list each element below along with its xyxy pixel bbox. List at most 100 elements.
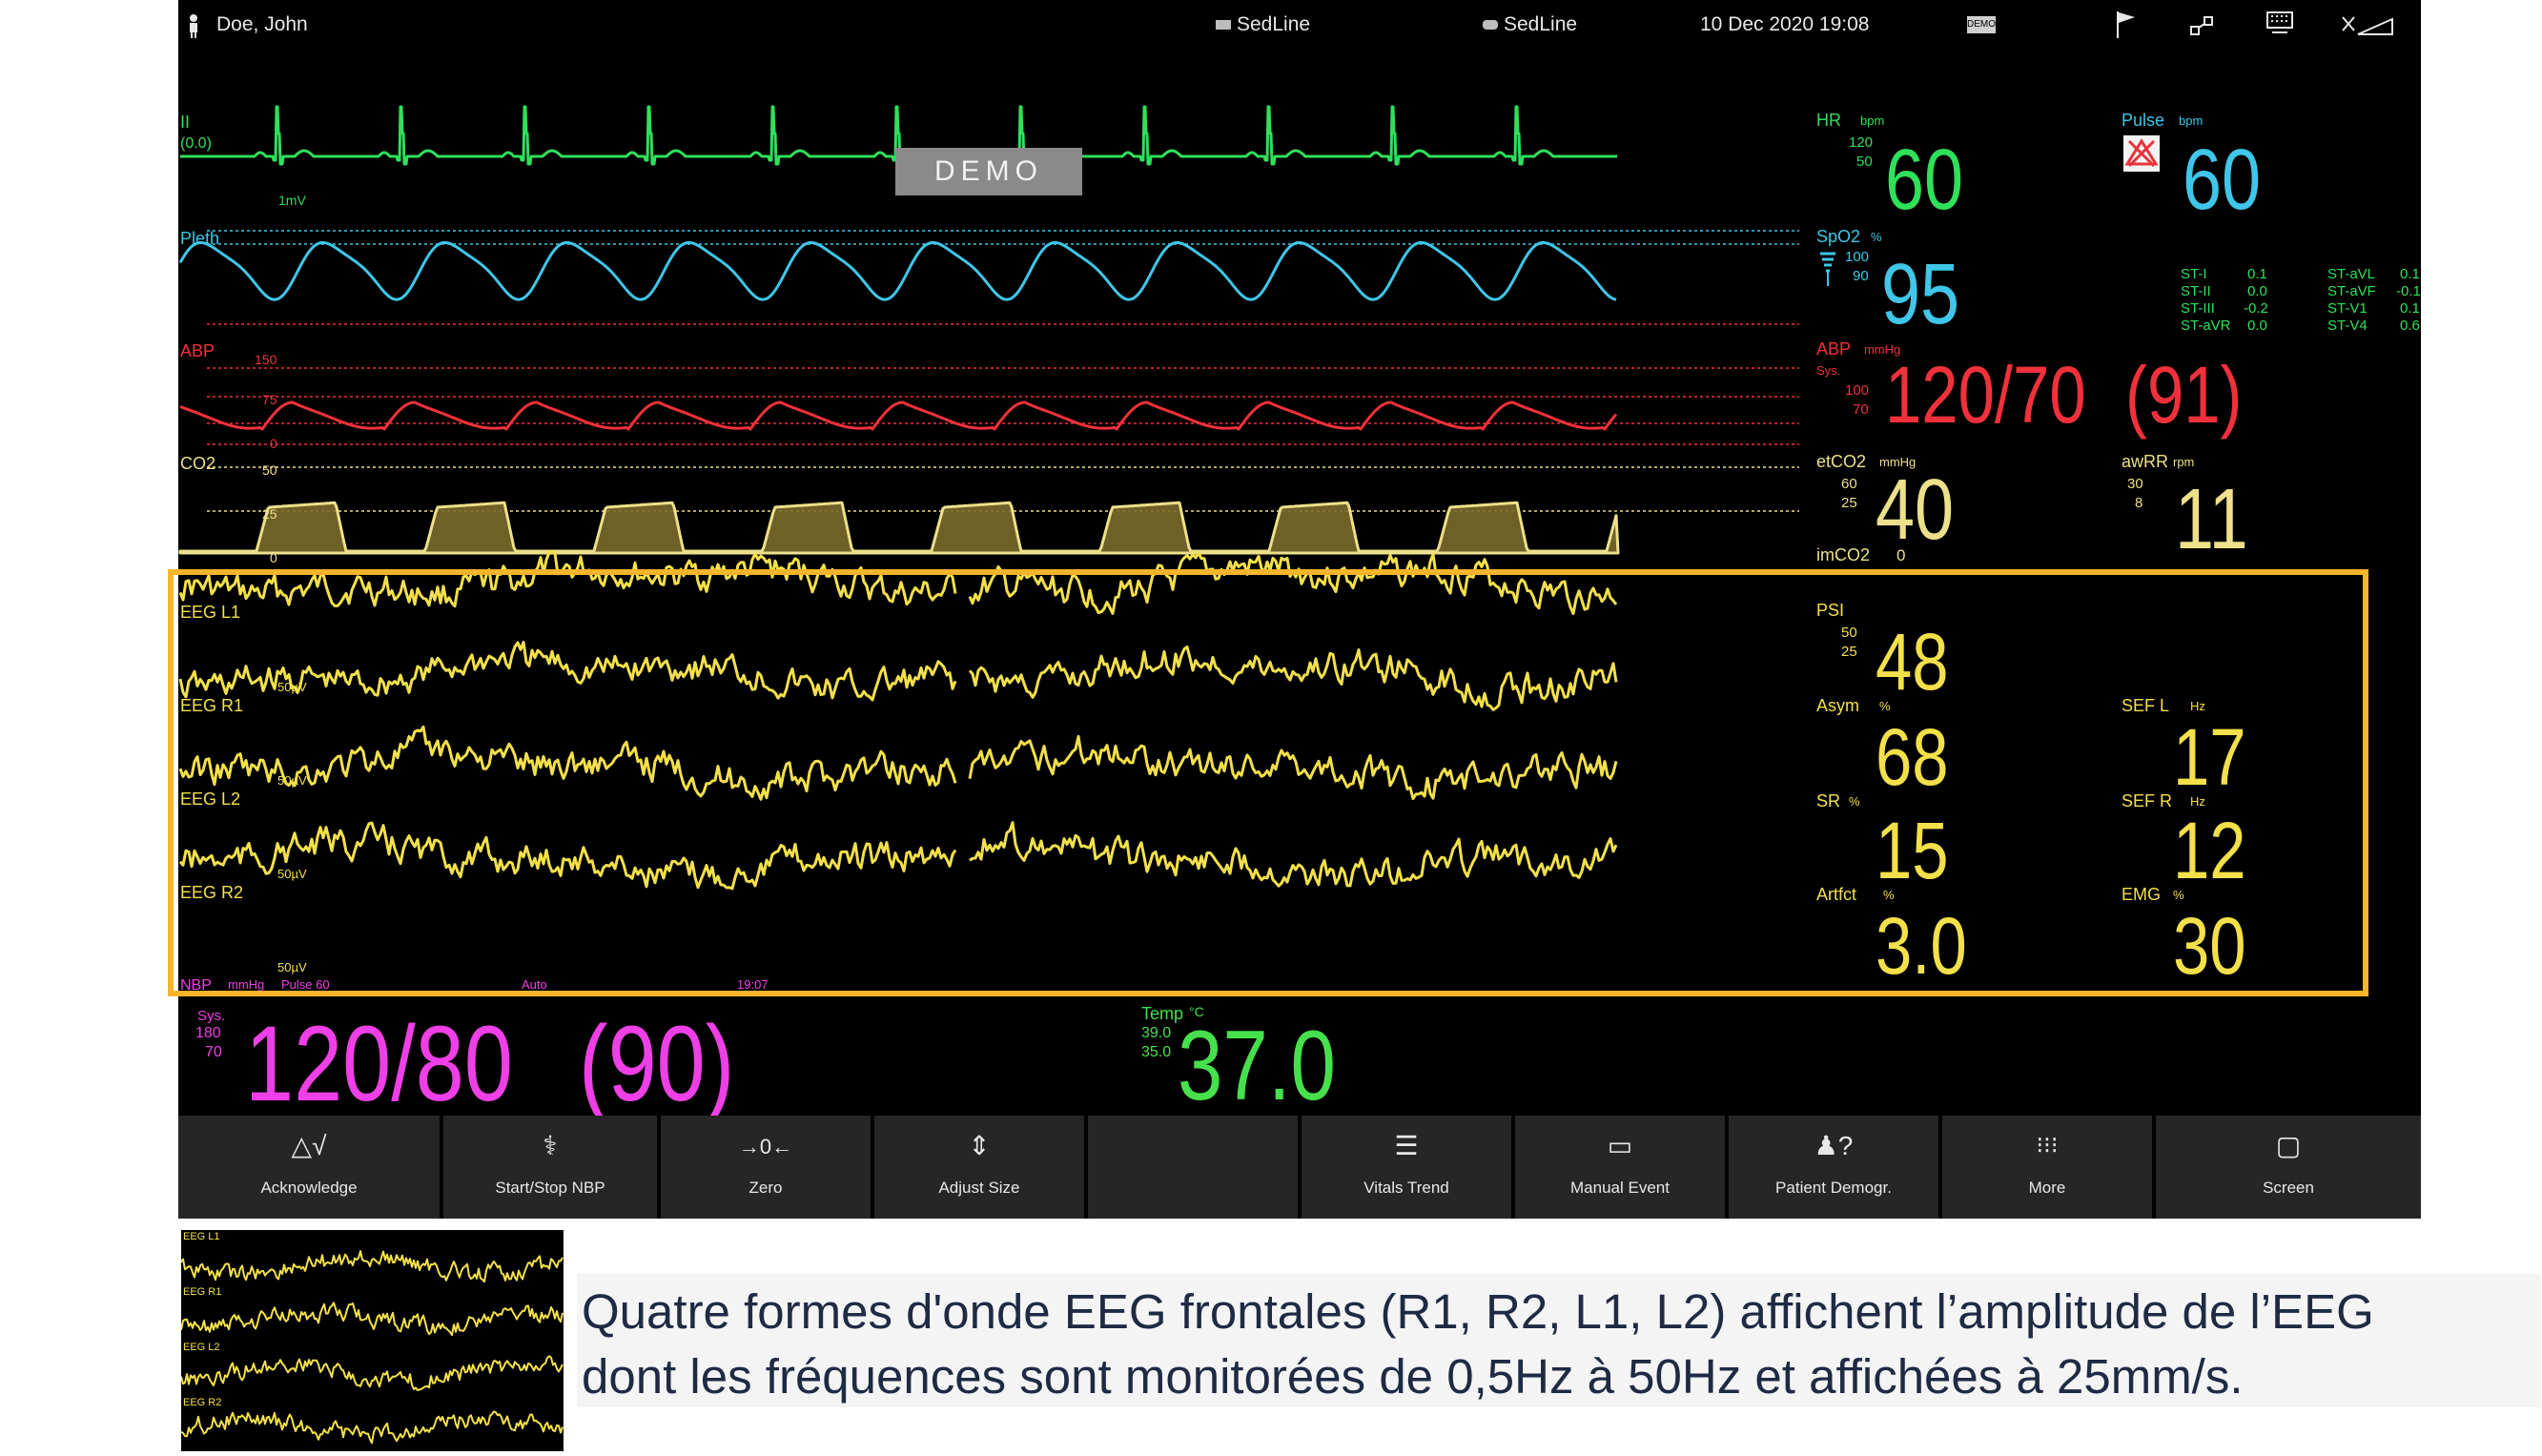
abp-alarm-low: 70 <box>1853 401 1869 418</box>
demo-badge: DEMO <box>895 148 1082 195</box>
nbp-value[interactable]: 120/80 <box>245 1011 513 1118</box>
etco2-value[interactable]: 40 <box>1876 467 1954 553</box>
awrr-alarm-low: 8 <box>2135 495 2143 511</box>
patient-icon: ♟? <box>1814 1131 1854 1160</box>
patient-demographics-button[interactable]: ♟? Patient Demogr. <box>1729 1116 1938 1219</box>
st-value: -0.2 <box>2244 300 2268 317</box>
awrr-value[interactable]: 11 <box>2175 477 2248 563</box>
signal-strength-icon <box>1820 252 1835 286</box>
flag-icon[interactable] <box>2116 11 2137 38</box>
hr-unit: bpm <box>1860 113 1885 128</box>
sedline-label-2[interactable]: SedLine <box>1504 13 1577 36</box>
awrr-alarm-high: 30 <box>2127 476 2143 492</box>
empty-softkey[interactable] <box>1088 1116 1298 1219</box>
st-name: ST-II <box>2181 283 2211 299</box>
thumb-eeg-l2-label: EEG L2 <box>183 1342 220 1353</box>
st-value: 0.1 <box>2400 300 2420 317</box>
screen-button[interactable]: ▢ Screen <box>2156 1116 2421 1219</box>
button-label: Screen <box>2263 1179 2314 1197</box>
abp-sys-label: Sys. <box>1816 363 1841 378</box>
button-label: Zero <box>748 1179 783 1197</box>
start-stop-nbp-button[interactable]: ⚕ Start/Stop NBP <box>443 1116 657 1219</box>
st-name: ST-V1 <box>2327 300 2368 317</box>
button-label: More <box>2028 1179 2066 1197</box>
temp-alarm-low: 35.0 <box>1141 1044 1172 1060</box>
network-icon[interactable] <box>2190 15 2215 36</box>
hr-value[interactable]: 60 <box>1885 137 1963 223</box>
st-name: ST-III <box>2181 300 2215 317</box>
abp-scale-mid: 75 <box>262 392 277 407</box>
manual-event-button[interactable]: ▭ Manual Event <box>1515 1116 1725 1219</box>
spo2-label[interactable]: SpO2 <box>1816 227 1860 247</box>
caption-box: Quatre formes d'onde EEG frontales (R1, … <box>577 1274 2541 1407</box>
nbp-sys-label: Sys. <box>197 1008 226 1024</box>
st-segment-values[interactable]: ST-I 0.1 ST-II 0.0 ST-III -0.2 ST-aVR 0.… <box>2181 267 2421 343</box>
ecg-scale-label: 1mV <box>278 193 306 208</box>
more-icon: ⁝⁝⁝ <box>2036 1133 2059 1159</box>
acknowledge-icon: △√ <box>291 1131 327 1160</box>
thumb-eeg-waveform-3 <box>180 1355 564 1391</box>
abp-scale-bottom: 0 <box>270 436 277 451</box>
etco2-label[interactable]: etCO2 <box>1816 452 1866 472</box>
thumb-eeg-l1-label: EEG L1 <box>183 1231 220 1242</box>
screen-icon: ▢ <box>2275 1131 2302 1160</box>
date-time: 10 Dec 2020 19:08 <box>1700 13 1870 35</box>
abp-waveform <box>179 400 1618 431</box>
awrr-label[interactable]: awRR <box>2122 452 2168 472</box>
temp-value[interactable]: 37.0 <box>1178 1016 1336 1116</box>
eeg-thumbnail: EEG L1 EEG R1 EEG L2 EEG R2 <box>180 1230 564 1451</box>
keyboard-icon[interactable] <box>2266 11 2295 36</box>
st-value: -0.1 <box>2396 283 2421 299</box>
st-name: ST-V4 <box>2327 318 2368 334</box>
spo2-value[interactable]: 95 <box>1881 252 1959 338</box>
imco2-value: 0 <box>1896 546 1906 564</box>
pleth-label[interactable]: Pleth <box>180 229 219 249</box>
nbp-mean-value: (90) <box>579 1004 735 1123</box>
st-value: 0.1 <box>2400 266 2420 282</box>
zero-button[interactable]: →0← Zero <box>661 1116 871 1219</box>
thumb-eeg-waveform-2 <box>180 1302 564 1337</box>
st-name: ST-I <box>2181 266 2207 282</box>
hr-label[interactable]: HR <box>1816 111 1841 131</box>
patient-icon[interactable] <box>186 13 201 38</box>
st-name: ST-aVR <box>2181 318 2231 334</box>
st-name: ST-aVL <box>2327 266 2376 282</box>
vitals-trend-button[interactable]: ☰ Vitals Trend <box>1302 1116 1511 1219</box>
co2-waveform <box>178 501 1620 555</box>
nbp-alarm-high: 180 <box>195 1025 221 1041</box>
acknowledge-button[interactable]: △√ Acknowledge <box>178 1116 440 1219</box>
button-label: Vitals Trend <box>1363 1179 1449 1197</box>
adjust-size-button[interactable]: ⇕ Adjust Size <box>874 1116 1084 1219</box>
manual-event-icon: ▭ <box>1607 1131 1633 1160</box>
vitals-trend-icon: ☰ <box>1394 1131 1419 1160</box>
pulse-value[interactable]: 60 <box>2183 137 2261 223</box>
sedline-label-1[interactable]: SedLine <box>1237 13 1310 36</box>
imco2-label[interactable]: imCO2 <box>1816 545 1870 565</box>
demo-tag-icon: DEMO <box>1967 16 1996 33</box>
awrr-unit: rpm <box>2173 455 2195 469</box>
button-label: Manual Event <box>1570 1179 1670 1197</box>
st-value: 0.0 <box>2247 318 2267 334</box>
abp-label[interactable]: ABP <box>1816 339 1851 359</box>
etco2-alarm-low: 25 <box>1841 495 1857 511</box>
more-button[interactable]: ⁝⁝⁝ More <box>1942 1116 2152 1219</box>
pulse-alarm-off-icon <box>2123 135 2160 172</box>
spo2-unit: % <box>1871 230 1882 244</box>
hr-alarm-high: 120 <box>1849 134 1874 151</box>
patient-name[interactable]: Doe, John <box>216 13 308 36</box>
top-status-bar: Doe, John SedLine SedLine 10 Dec 2020 19… <box>178 0 2421 53</box>
st-name: ST-aVF <box>2327 283 2376 299</box>
caption-line-2: dont les fréquences sont monitorées de 0… <box>582 1349 2244 1404</box>
co2-wave-label[interactable]: CO2 <box>180 454 215 474</box>
abp-value[interactable]: 120/70 <box>1885 355 2086 435</box>
caption-line-1: Quatre formes d'onde EEG frontales (R1, … <box>582 1284 2374 1339</box>
abp-wave-label[interactable]: ABP <box>180 341 215 361</box>
hr-alarm-low: 50 <box>1856 154 1873 170</box>
zero-icon: →0← <box>738 1135 793 1159</box>
adjust-size-icon: ⇕ <box>968 1131 991 1160</box>
pulse-label[interactable]: Pulse <box>2122 111 2164 131</box>
abp-alarm-high: 100 <box>1845 382 1870 399</box>
ecg-lead-label[interactable]: II <box>180 113 190 133</box>
button-label: Start/Stop NBP <box>495 1179 605 1197</box>
alarm-volume-off-icon[interactable] <box>2341 11 2394 36</box>
